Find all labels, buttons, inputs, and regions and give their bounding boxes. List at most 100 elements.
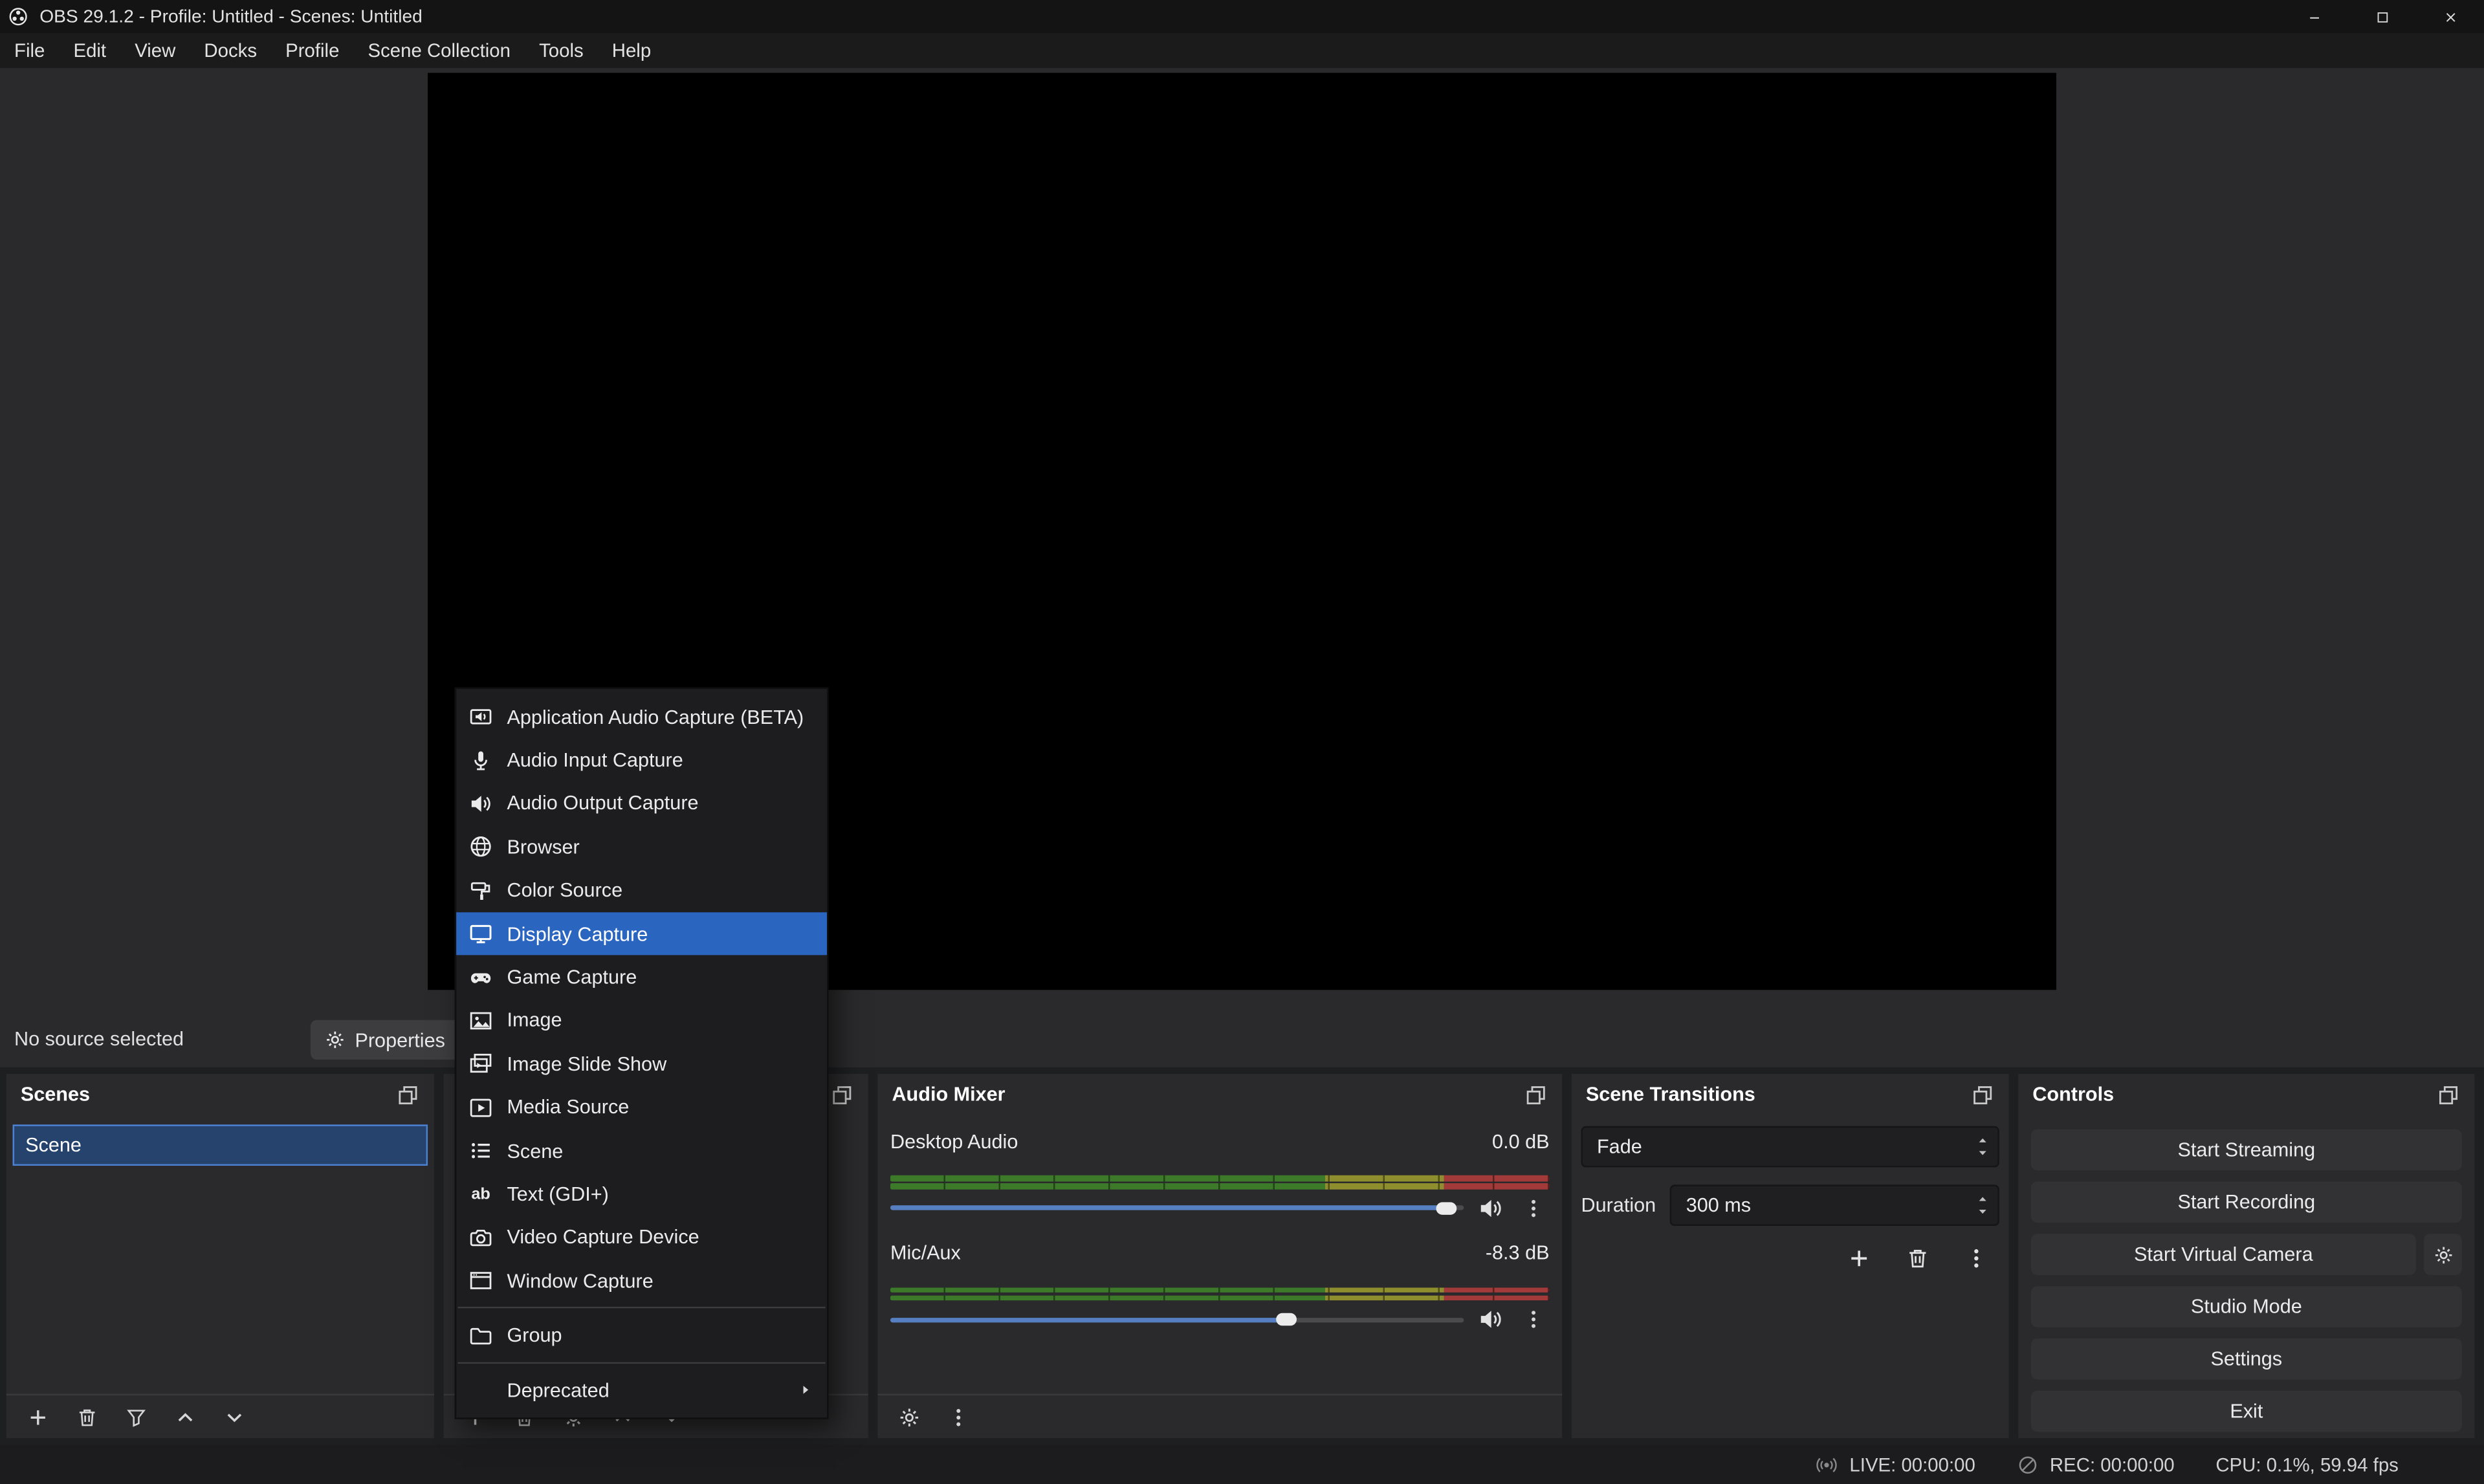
toolbar-button[interactable] xyxy=(71,1401,103,1433)
meter-bar xyxy=(890,1175,1550,1181)
menubar-item[interactable]: View xyxy=(120,33,190,68)
control-button[interactable]: Studio Mode xyxy=(2031,1286,2462,1327)
add-source-menu-item[interactable]: Video Capture Device xyxy=(456,1216,827,1260)
svg-text:ab: ab xyxy=(471,1186,490,1204)
spin-down-icon[interactable] xyxy=(1974,1147,1992,1160)
spin-up-icon[interactable] xyxy=(1974,1134,1992,1147)
toolbar-button[interactable] xyxy=(1901,1242,1933,1274)
menubar-item[interactable]: Tools xyxy=(525,33,598,68)
popout-icon[interactable] xyxy=(830,1082,854,1106)
control-row: Studio Mode xyxy=(2031,1286,2462,1327)
minimize-button[interactable] xyxy=(2280,0,2347,33)
toolbar-button[interactable] xyxy=(943,1401,974,1433)
speaker-icon xyxy=(469,792,493,816)
camera-icon xyxy=(469,1226,493,1250)
meter-bar xyxy=(890,1183,1550,1189)
dots-vertical-icon xyxy=(1522,1308,1544,1330)
filter-icon xyxy=(125,1406,147,1428)
add-source-menu-item[interactable]: Browser xyxy=(456,825,827,869)
popout-icon[interactable] xyxy=(1524,1082,1548,1106)
statusbar: LIVE: 00:00:00 REC: 00:00:00 CPU: 0.1%, … xyxy=(0,1445,2484,1484)
toolbar-button[interactable] xyxy=(22,1401,54,1433)
add-source-menu-item[interactable]: Application Audio Capture (BETA) xyxy=(456,695,827,739)
volume-slider[interactable] xyxy=(890,1308,1464,1330)
mixer-channel-desktop-audio: Desktop Audio 0.0 dB xyxy=(890,1128,1550,1219)
menu-separator xyxy=(458,1362,826,1363)
control-button[interactable]: Settings xyxy=(2031,1338,2462,1380)
popout-icon[interactable] xyxy=(396,1082,420,1106)
toolbar-button[interactable] xyxy=(1842,1242,1874,1274)
popout-icon[interactable] xyxy=(1971,1082,1995,1106)
spin-up-icon[interactable] xyxy=(1974,1193,1992,1206)
properties-button[interactable]: Properties xyxy=(311,1020,469,1060)
audio-mixer-dock: Audio Mixer Desktop Audio 0.0 dB xyxy=(877,1074,1562,1438)
duration-input[interactable]: 300 ms xyxy=(1670,1184,1999,1226)
trash-icon xyxy=(76,1406,98,1428)
scenes-dock: Scenes Scene xyxy=(6,1074,434,1438)
add-source-menu-item[interactable]: Scene xyxy=(456,1129,827,1172)
volume-slider-handle[interactable] xyxy=(1436,1201,1457,1214)
add-source-menu-item[interactable]: Game Capture xyxy=(456,955,827,999)
control-row: Start Virtual Camera xyxy=(2031,1234,2462,1275)
channel-menu-button[interactable] xyxy=(1518,1304,1550,1335)
menubar-item[interactable]: File xyxy=(0,33,59,68)
volume-slider[interactable] xyxy=(890,1197,1464,1219)
control-row: Start Streaming xyxy=(2031,1129,2462,1171)
dots-vertical-icon xyxy=(1964,1246,1988,1270)
control-button[interactable]: Start Recording xyxy=(2031,1182,2462,1223)
transition-select[interactable]: Fade xyxy=(1581,1126,1999,1168)
add-source-menu-item[interactable]: Media Source xyxy=(456,1086,827,1129)
source-status-row: No source selected Properties xyxy=(0,1012,2484,1068)
controls-body: Start Streaming Start Recording Start Vi… xyxy=(2031,1115,2462,1432)
add-source-menu-item[interactable]: Deprecated xyxy=(456,1368,827,1412)
slider-fill xyxy=(890,1317,1286,1322)
gear-icon xyxy=(325,1029,346,1050)
add-source-menu-item[interactable]: Image Slide Show xyxy=(456,1042,827,1086)
speaker-icon[interactable] xyxy=(1478,1195,1503,1220)
control-button[interactable]: Start Virtual Camera xyxy=(2031,1234,2416,1275)
add-source-menu-item[interactable]: Audio Output Capture xyxy=(456,782,827,825)
text-icon: ab xyxy=(469,1183,493,1206)
toolbar-button[interactable] xyxy=(170,1401,201,1433)
menubar-item[interactable]: Profile xyxy=(271,33,353,68)
menubar-item[interactable]: Docks xyxy=(190,33,271,68)
controls-header: Controls xyxy=(2018,1074,2474,1115)
chevron-down-icon xyxy=(223,1406,245,1428)
close-button[interactable] xyxy=(2416,0,2484,33)
scene-transitions-dock: Scene Transitions Fade Duration 300 ms xyxy=(1572,1074,2009,1438)
popout-icon[interactable] xyxy=(2437,1082,2461,1106)
scene-transitions-title: Scene Transitions xyxy=(1586,1084,1755,1106)
add-source-menu-item[interactable]: Color Source xyxy=(456,869,827,912)
virtual-camera-config-button[interactable] xyxy=(2424,1234,2462,1275)
maximize-button[interactable] xyxy=(2348,0,2416,33)
add-source-menu-item[interactable]: ab Text (GDI+) xyxy=(456,1173,827,1216)
menubar-item[interactable]: Scene Collection xyxy=(353,33,525,68)
meter-bar xyxy=(890,1287,1550,1293)
add-source-menu-item[interactable]: Group xyxy=(456,1314,827,1357)
toolbar-button[interactable] xyxy=(1960,1242,1992,1274)
menubar-item[interactable]: Help xyxy=(598,33,666,68)
control-button[interactable]: Exit xyxy=(2031,1391,2462,1432)
menubar-item[interactable]: Edit xyxy=(59,33,120,68)
toolbar-button[interactable] xyxy=(120,1401,152,1433)
toolbar-button[interactable] xyxy=(894,1401,925,1433)
slider-fill xyxy=(890,1205,1447,1210)
add-source-menu-item[interactable]: Display Capture xyxy=(456,912,827,955)
control-button[interactable]: Start Streaming xyxy=(2031,1129,2462,1171)
control-row: Exit xyxy=(2031,1391,2462,1432)
volume-slider-handle[interactable] xyxy=(1276,1313,1297,1326)
add-source-menu-item[interactable]: Audio Input Capture xyxy=(456,739,827,782)
dock-area: Scenes Scene Audio Mixer xyxy=(0,1067,2484,1445)
toolbar-button[interactable] xyxy=(219,1401,250,1433)
scene-list-item[interactable]: Scene xyxy=(13,1124,428,1166)
display-icon xyxy=(469,922,493,946)
add-source-menu-item[interactable]: Window Capture xyxy=(456,1260,827,1303)
channel-menu-button[interactable] xyxy=(1518,1192,1550,1223)
meter-bar xyxy=(890,1295,1550,1301)
speaker-icon[interactable] xyxy=(1478,1307,1503,1332)
audio-mixer-body: Desktop Audio 0.0 dB xyxy=(877,1115,1562,1392)
spin-down-icon[interactable] xyxy=(1974,1205,1992,1218)
image-icon xyxy=(469,1009,493,1032)
rec-icon xyxy=(2017,1453,2039,1475)
add-source-menu-item[interactable]: Image xyxy=(456,999,827,1042)
